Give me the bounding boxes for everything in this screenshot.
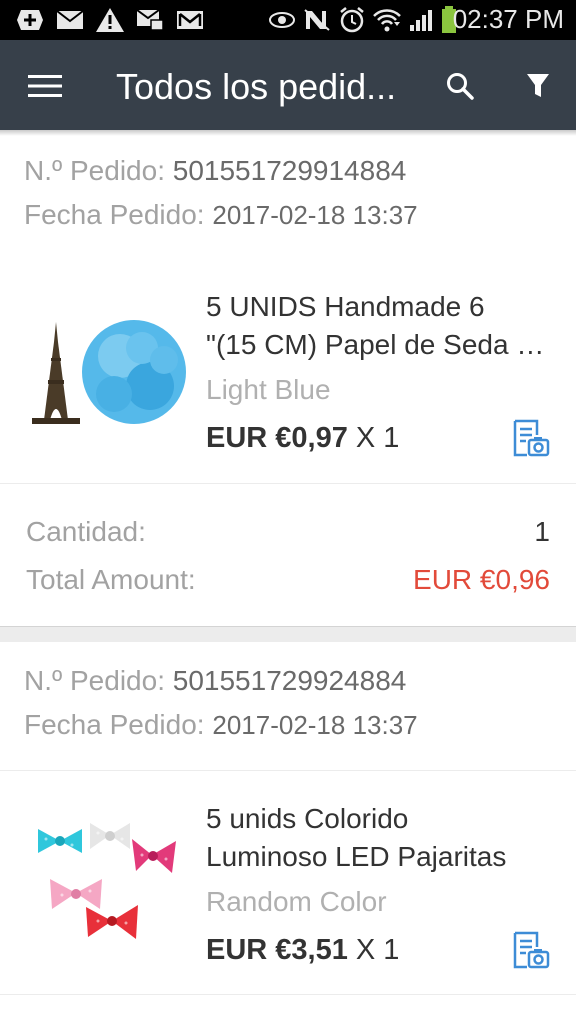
warning-icon: [94, 5, 126, 35]
product-variant: Light Blue: [206, 374, 331, 405]
nfc-icon: [302, 7, 332, 38]
divider: [0, 483, 576, 484]
search-icon: [447, 73, 474, 100]
receipt-camera-icon: [513, 419, 550, 457]
sequin-bow-ties-thumbnail[interactable]: [24, 811, 188, 951]
product-title[interactable]: 5 unids Colorido Luminoso LED Pajaritas: [206, 800, 558, 876]
order-date-label: Fecha Pedido:: [24, 709, 205, 740]
status-bar: 02:37 PM: [0, 0, 576, 40]
total-label: Total Amount:: [26, 564, 196, 595]
order-number: 501551729924884: [172, 665, 407, 696]
hamburger-icon: [28, 75, 62, 97]
order-number-line: N.º Pedido: 501551729924884: [24, 664, 406, 698]
notification-icons: [14, 5, 206, 35]
receipt-button[interactable]: [512, 931, 550, 971]
quantity-label: Cantidad:: [26, 516, 146, 547]
receipt-button[interactable]: [512, 419, 550, 459]
signal-icon: [408, 7, 434, 38]
app-bar: Todos los pedid...: [0, 40, 576, 130]
order-card[interactable]: N.º Pedido: 501551729924884 Fecha Pedido…: [0, 642, 576, 1024]
order-date: 2017-02-18 13:37: [212, 710, 418, 740]
product-item[interactable]: 5 UNIDS Handmade 6 "(15 CM) Papel de Sed…: [0, 252, 576, 482]
order-date-line: Fecha Pedido: 2017-02-18 13:37: [24, 708, 418, 742]
order-card[interactable]: N.º Pedido: 501551729914884 Fecha Pedido…: [0, 136, 576, 626]
total-value: EUR €0,96: [413, 564, 550, 595]
search-button[interactable]: [440, 66, 480, 106]
order-separator: [0, 626, 576, 642]
eye-icon: [268, 8, 296, 37]
order-number-label: N.º Pedido:: [24, 155, 165, 186]
mail-icon: [54, 5, 86, 35]
alarm-icon: [338, 6, 366, 39]
quantity-value: 1: [534, 516, 550, 547]
clock: 02:37 PM: [452, 4, 564, 34]
wifi-icon: [372, 6, 402, 39]
pom-pom-eiffel-thumbnail[interactable]: [24, 302, 188, 442]
order-number-label: N.º Pedido:: [24, 665, 165, 696]
price-quantity: X 1: [355, 934, 400, 966]
order-date-label: Fecha Pedido:: [24, 199, 205, 230]
product-price: EUR €0,97 X 1: [206, 421, 399, 455]
filter-button[interactable]: [518, 66, 558, 106]
product-variant: Random Color: [206, 886, 387, 917]
receipt-camera-icon: [513, 931, 550, 969]
add-box-icon: [14, 5, 46, 35]
order-date: 2017-02-18 13:37: [212, 200, 418, 230]
price-quantity: X 1: [355, 422, 400, 454]
page-title: Todos los pedid...: [116, 66, 397, 107]
order-number-line: N.º Pedido: 501551729914884: [24, 154, 406, 188]
gmail-icon: [174, 5, 206, 35]
order-date-line: Fecha Pedido: 2017-02-18 13:37: [24, 198, 418, 232]
divider: [0, 994, 576, 995]
system-icons: [268, 5, 458, 40]
filter-icon: [527, 74, 549, 97]
price-amount: EUR €0,97: [206, 422, 348, 454]
image-mail-icon: [134, 5, 166, 35]
product-title[interactable]: 5 UNIDS Handmade 6 "(15 CM) Papel de Sed…: [206, 288, 558, 364]
menu-button[interactable]: [22, 66, 68, 106]
product-item[interactable]: 5 unids Colorido Luminoso LED Pajaritas …: [0, 771, 576, 1001]
price-amount: EUR €3,51: [206, 934, 348, 966]
order-number: 501551729914884: [172, 155, 407, 186]
product-price: EUR €3,51 X 1: [206, 933, 399, 967]
